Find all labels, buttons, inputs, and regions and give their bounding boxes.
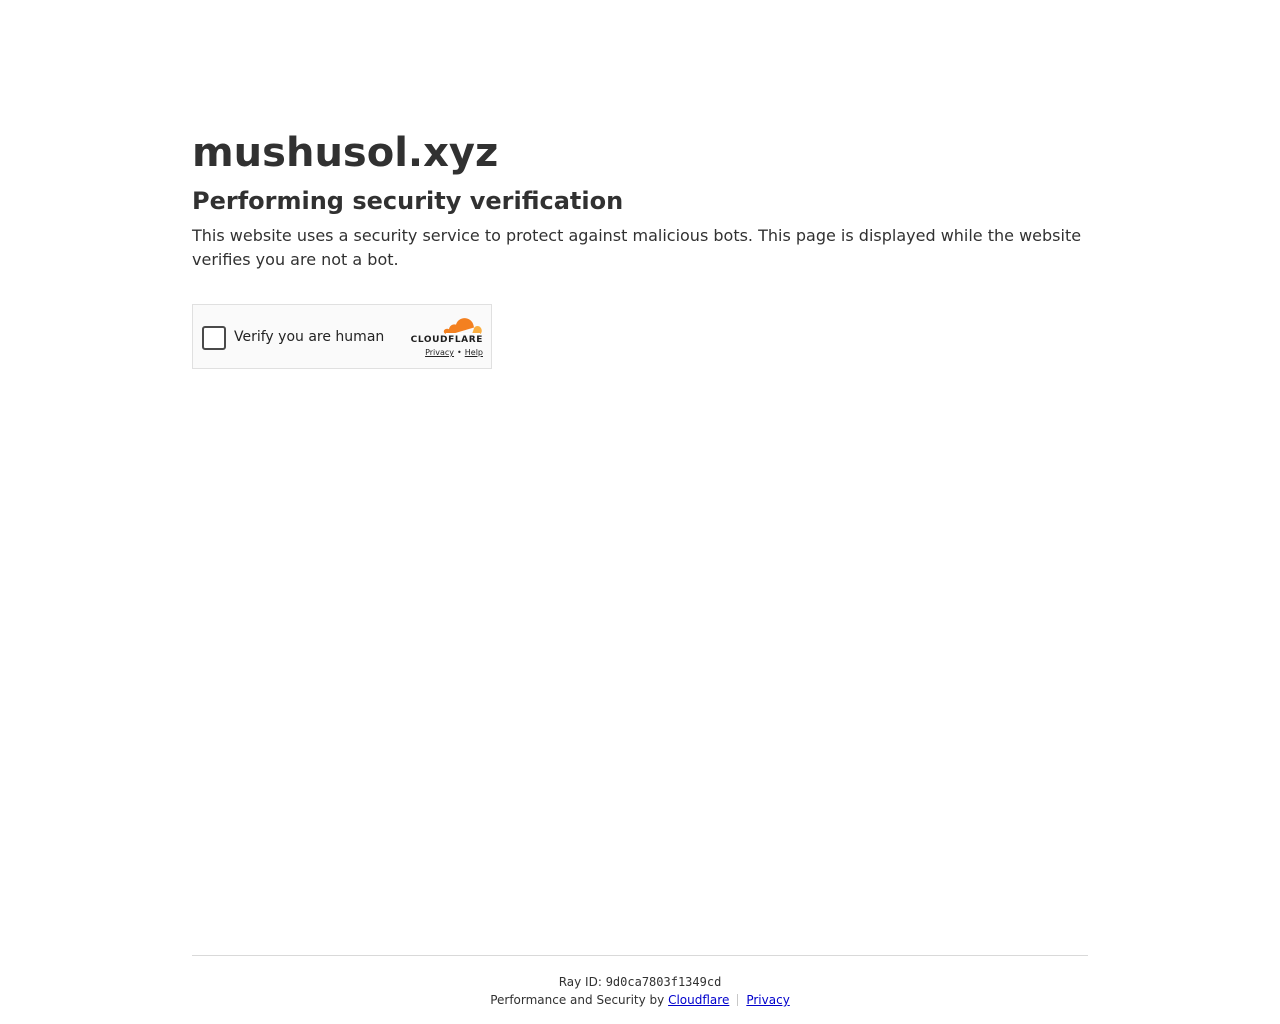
widget-privacy-link[interactable]: Privacy xyxy=(425,348,454,357)
cloudflare-cloud-icon xyxy=(443,318,482,335)
footer-divider xyxy=(192,955,1088,956)
main-content: mushusol.xyz Performing security verific… xyxy=(192,128,1088,272)
page-description: This website uses a security service to … xyxy=(192,226,1082,269)
widget-link-separator: • xyxy=(457,348,462,357)
site-title: mushusol.xyz xyxy=(192,130,499,176)
ray-id-line: Ray ID: 9d0ca7803f1349cd xyxy=(192,973,1088,991)
verify-checkbox[interactable] xyxy=(202,326,226,350)
performance-line: Performance and Security by Cloudflare Pr… xyxy=(192,991,1088,1009)
ray-id-value: 9d0ca7803f1349cd xyxy=(605,975,722,989)
widget-help-link[interactable]: Help xyxy=(465,348,483,357)
verify-label[interactable]: Verify you are human xyxy=(234,326,384,348)
cloudflare-wordmark: CLOUDFLARE xyxy=(410,335,483,345)
cloudflare-branding: CLOUDFLARE Privacy • Help xyxy=(403,315,483,363)
turnstile-widget: Verify you are human CLOUDFLARE Privacy •… xyxy=(192,304,492,369)
footer-privacy-link[interactable]: Privacy xyxy=(746,993,789,1007)
footer: Ray ID: 9d0ca7803f1349cd Performance and… xyxy=(192,973,1088,1009)
cloudflare-link[interactable]: Cloudflare xyxy=(668,993,729,1007)
footer-separator xyxy=(737,994,739,1006)
ray-id-label: Ray ID: xyxy=(558,975,602,989)
performance-text: Performance and Security by xyxy=(490,993,665,1007)
widget-links: Privacy • Help xyxy=(425,348,483,358)
page-heading: Performing security verification xyxy=(192,187,624,215)
verification-page: mushusol.xyz Performing security verific… xyxy=(0,0,1280,1024)
